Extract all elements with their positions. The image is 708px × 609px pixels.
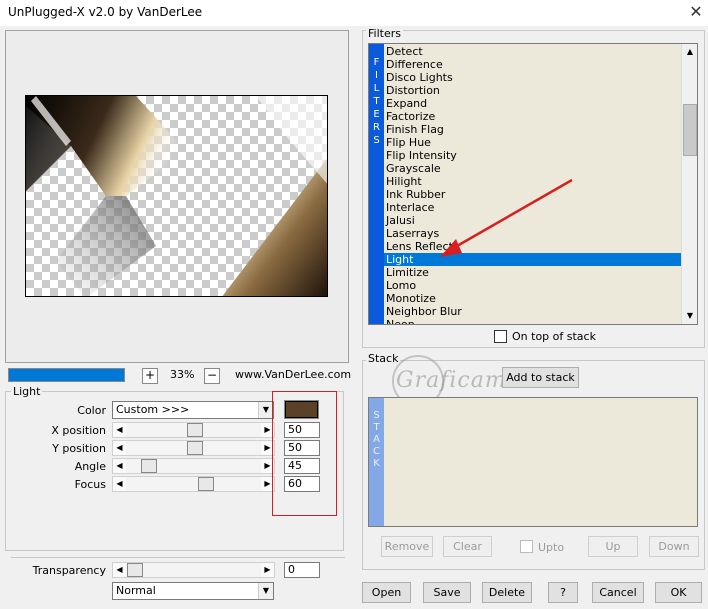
param-slider[interactable]: ◀ ▶ bbox=[112, 440, 275, 456]
chevron-up-icon[interactable]: ▲ bbox=[682, 44, 697, 60]
cancel-button[interactable]: Cancel bbox=[592, 582, 644, 603]
filter-list-item[interactable]: Grayscale bbox=[386, 162, 441, 175]
filter-list-item[interactable]: Expand bbox=[386, 97, 427, 110]
chevron-down-icon: ▼ bbox=[258, 583, 273, 599]
filters-vertical-letter: E bbox=[373, 109, 380, 120]
chevron-left-icon[interactable]: ◀ bbox=[113, 477, 126, 491]
filter-list-item[interactable]: Finish Flag bbox=[386, 123, 444, 136]
filter-list-item[interactable]: Interlace bbox=[386, 201, 434, 214]
progress-bar bbox=[8, 368, 125, 382]
preview-artwork bbox=[26, 96, 327, 296]
stack-group-label: Stack bbox=[366, 352, 401, 365]
add-to-stack-button[interactable]: Add to stack bbox=[502, 367, 579, 388]
filter-list-item[interactable]: Lomo bbox=[386, 279, 416, 292]
title-bar: UnPlugged-X v2.0 by VanDerLee ✕ bbox=[0, 0, 708, 26]
filters-group-label: Filters bbox=[366, 27, 403, 40]
param-slider-thumb[interactable] bbox=[141, 459, 157, 473]
param-slider-thumb[interactable] bbox=[187, 423, 203, 437]
chevron-left-icon[interactable]: ◀ bbox=[113, 423, 126, 437]
param-label: Angle bbox=[74, 460, 106, 473]
light-group-label: Light bbox=[11, 385, 43, 398]
chevron-left-icon[interactable]: ◀ bbox=[113, 441, 126, 455]
filters-vertical-letter: T bbox=[373, 96, 380, 107]
param-slider[interactable]: ◀ ▶ bbox=[112, 476, 275, 492]
zoom-in-button[interactable]: + bbox=[142, 368, 158, 384]
chevron-left-icon[interactable]: ◀ bbox=[113, 563, 126, 577]
open-button[interactable]: Open bbox=[362, 582, 411, 603]
filters-vertical-label: FILTERS bbox=[369, 44, 384, 324]
filter-list-item[interactable]: Flip Intensity bbox=[386, 149, 457, 162]
filter-list-item[interactable]: Hilight bbox=[386, 175, 422, 188]
color-dropdown-value: Custom >>> bbox=[116, 403, 190, 416]
transparency-label: Transparency bbox=[32, 564, 106, 577]
filters-vertical-letter: L bbox=[373, 83, 380, 94]
zoom-out-button[interactable]: − bbox=[204, 368, 220, 384]
remove-button[interactable]: Remove bbox=[381, 536, 433, 557]
on-top-label: On top of stack bbox=[512, 330, 596, 343]
on-top-checkbox[interactable] bbox=[494, 330, 507, 343]
transparency-slider[interactable]: ◀ ▶ bbox=[112, 562, 275, 578]
filter-list-item[interactable]: Disco Lights bbox=[386, 71, 453, 84]
blend-mode-dropdown[interactable]: Normal ▼ bbox=[112, 582, 274, 600]
transparency-slider-thumb[interactable] bbox=[127, 563, 143, 577]
chevron-left-icon[interactable]: ◀ bbox=[113, 459, 126, 473]
annotation-highlight-box bbox=[272, 391, 337, 516]
color-dropdown[interactable]: Custom >>> ▼ bbox=[112, 401, 274, 419]
filter-list-item[interactable]: Neon bbox=[386, 318, 415, 324]
filter-list-item[interactable]: Distortion bbox=[386, 84, 440, 97]
param-slider[interactable]: ◀ ▶ bbox=[112, 458, 275, 474]
color-label: Color bbox=[77, 404, 106, 417]
help-button[interactable]: ? bbox=[548, 582, 578, 603]
stack-vertical-letter: C bbox=[373, 446, 380, 457]
preview-image[interactable] bbox=[25, 95, 328, 297]
filters-scroll-thumb[interactable] bbox=[683, 104, 697, 156]
filters-scrollbar[interactable]: ▲ ▼ bbox=[681, 44, 697, 324]
filter-list-item[interactable]: Limitize bbox=[386, 266, 429, 279]
param-slider-thumb[interactable] bbox=[187, 441, 203, 455]
stack-vertical-letter: S bbox=[373, 410, 380, 421]
stack-vertical-letter: A bbox=[373, 434, 380, 445]
chevron-down-icon[interactable]: ▼ bbox=[682, 308, 697, 324]
param-label: Focus bbox=[74, 478, 106, 491]
annotation-arrow-icon bbox=[440, 178, 573, 257]
param-slider[interactable]: ◀ ▶ bbox=[112, 422, 275, 438]
filter-list-item[interactable]: Factorize bbox=[386, 110, 435, 123]
filter-list-item[interactable]: Detect bbox=[386, 45, 423, 58]
stack-vertical-letter: K bbox=[373, 458, 380, 469]
param-label: Y position bbox=[52, 442, 106, 455]
blend-mode-value: Normal bbox=[116, 584, 156, 597]
delete-button[interactable]: Delete bbox=[482, 582, 532, 603]
transparency-divider bbox=[11, 557, 345, 558]
filter-list-item[interactable]: Monotize bbox=[386, 292, 436, 305]
filters-vertical-letter: F bbox=[373, 57, 380, 68]
window-title: UnPlugged-X v2.0 by VanDerLee bbox=[8, 5, 203, 19]
zoom-level: 33% bbox=[170, 368, 195, 381]
close-icon[interactable]: ✕ bbox=[684, 2, 708, 22]
upto-checkbox[interactable] bbox=[520, 540, 533, 553]
transparency-value[interactable]: 0 bbox=[284, 562, 320, 578]
stack-vertical-letter: T bbox=[373, 422, 380, 433]
clear-button[interactable]: Clear bbox=[443, 536, 492, 557]
filters-vertical-letter: R bbox=[373, 122, 380, 133]
chevron-down-icon: ▼ bbox=[258, 402, 273, 418]
chevron-right-icon[interactable]: ▶ bbox=[261, 563, 274, 577]
filter-list-item[interactable]: Jalusi bbox=[386, 214, 415, 227]
filter-list-item[interactable]: Neighbor Blur bbox=[386, 305, 462, 318]
up-button[interactable]: Up bbox=[588, 536, 638, 557]
ok-button[interactable]: OK bbox=[655, 582, 702, 603]
filters-vertical-letter: S bbox=[373, 135, 380, 146]
filters-vertical-letter: I bbox=[375, 70, 378, 81]
website-link[interactable]: www.VanDerLee.com bbox=[235, 368, 351, 381]
stack-vertical-label: STACK bbox=[369, 398, 384, 526]
down-button[interactable]: Down bbox=[649, 536, 699, 557]
save-button[interactable]: Save bbox=[423, 582, 471, 603]
param-label: X position bbox=[51, 424, 106, 437]
filter-list-item[interactable]: Difference bbox=[386, 58, 443, 71]
param-slider-thumb[interactable] bbox=[198, 477, 214, 491]
filter-list-item[interactable]: Flip Hue bbox=[386, 136, 431, 149]
upto-label: Upto bbox=[538, 541, 565, 554]
stack-list[interactable]: STACK bbox=[368, 397, 698, 527]
